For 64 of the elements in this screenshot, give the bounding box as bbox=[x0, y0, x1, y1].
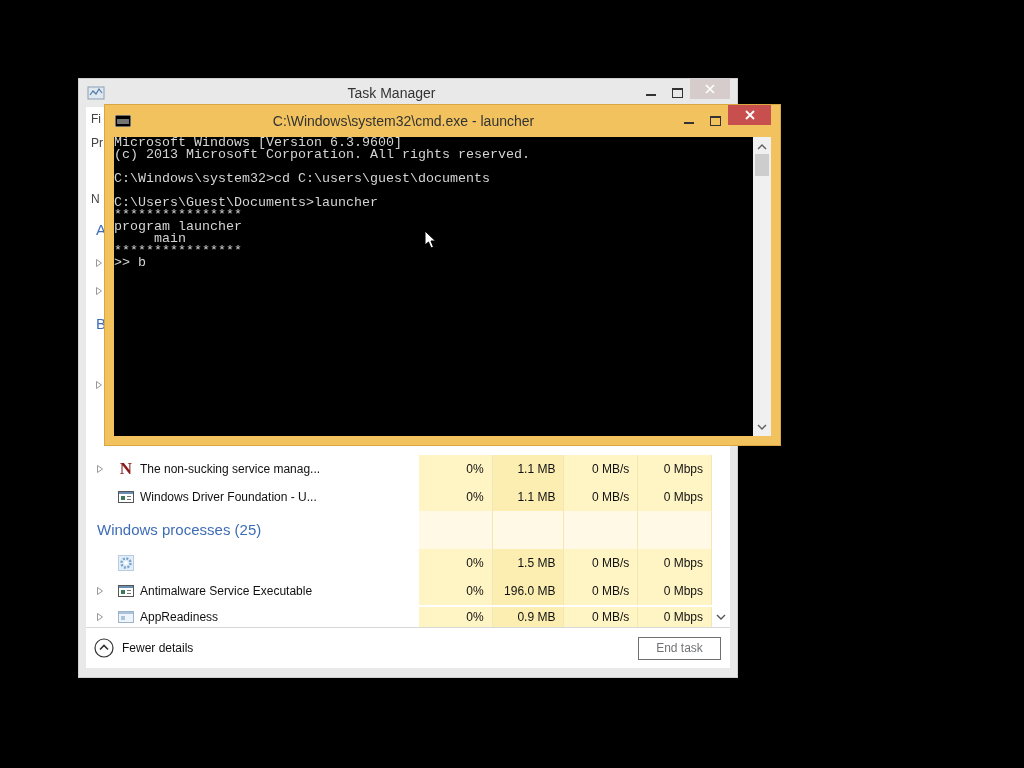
tab[interactable]: Pr bbox=[91, 136, 103, 150]
window-icon bbox=[118, 489, 134, 505]
expand-icon[interactable] bbox=[96, 587, 104, 595]
app-icon bbox=[87, 85, 105, 101]
column-header[interactable]: N bbox=[91, 192, 100, 206]
window-icon bbox=[118, 583, 134, 599]
table-cell: 0% bbox=[418, 483, 493, 511]
console-line: **************** bbox=[114, 207, 242, 222]
table-cell: 0 Mbps bbox=[638, 549, 712, 577]
scrollbar[interactable] bbox=[753, 137, 771, 436]
scroll-thumb[interactable] bbox=[755, 154, 769, 176]
table-cell: 0 Mbps bbox=[638, 483, 712, 511]
console-line: Microsoft Windows [Version 6.3.9600] bbox=[114, 135, 402, 150]
process-name: Antimalware Service Executable bbox=[140, 583, 313, 600]
table-cell: 0.9 MB bbox=[492, 607, 565, 627]
process-name: AppReadiness bbox=[140, 609, 219, 626]
maximize-icon bbox=[671, 88, 683, 98]
scroll-down-icon[interactable] bbox=[757, 424, 767, 431]
table-cell: 0% bbox=[418, 455, 493, 483]
gear-icon bbox=[118, 555, 134, 571]
collapse-icon[interactable] bbox=[94, 638, 114, 658]
table-cell: 0 MB/s bbox=[564, 607, 639, 627]
table-cell: 0 Mbps bbox=[638, 455, 712, 483]
close-icon bbox=[744, 110, 755, 120]
table-cell: 196.0 MB bbox=[492, 577, 565, 605]
process-name: The non-sucking service manag... bbox=[140, 461, 321, 478]
table-cell: 0 MB/s bbox=[564, 577, 639, 605]
console-icon bbox=[115, 115, 131, 127]
fewer-details-link[interactable]: Fewer details bbox=[122, 639, 194, 657]
letter-icon: N bbox=[118, 461, 134, 477]
table-cell: 0% bbox=[418, 549, 493, 577]
expand-icon[interactable] bbox=[96, 381, 102, 389]
table-cell: 0 MB/s bbox=[564, 483, 639, 511]
maximize-icon bbox=[709, 116, 721, 126]
window-title: C:\Windows\system32\cmd.exe - launcher bbox=[271, 111, 536, 131]
table-cell: 1.1 MB bbox=[492, 455, 565, 483]
console-line: C:\Windows\system32>cd C:\users\guest\documents bbox=[114, 171, 490, 186]
table-cell: 1.5 MB bbox=[492, 549, 565, 577]
console-line: program launcher bbox=[114, 219, 242, 234]
group-heading: Windows processes (25) bbox=[96, 519, 262, 540]
close-button[interactable] bbox=[728, 105, 771, 125]
table-cell: 0 Mbps bbox=[638, 577, 712, 605]
window-icon bbox=[118, 609, 134, 625]
expand-icon[interactable] bbox=[96, 259, 102, 267]
scroll-up-icon[interactable] bbox=[757, 143, 767, 150]
console-line: >> b bbox=[114, 255, 146, 270]
window-title: Task Manager bbox=[346, 83, 437, 103]
table-cell: 0 MB/s bbox=[564, 549, 639, 577]
expand-icon[interactable] bbox=[96, 465, 104, 473]
scroll-down-icon[interactable] bbox=[716, 614, 726, 621]
console-line: main bbox=[154, 231, 186, 246]
table-cell: 0% bbox=[418, 607, 493, 627]
table-cell: 0 Mbps bbox=[638, 607, 712, 627]
mouse-cursor-icon bbox=[424, 230, 436, 249]
table-cell: 1.1 MB bbox=[492, 483, 565, 511]
menu-item[interactable]: Fi bbox=[91, 112, 101, 126]
close-icon bbox=[705, 84, 715, 94]
table-cell: 0 MB/s bbox=[564, 455, 639, 483]
expand-icon[interactable] bbox=[96, 287, 102, 295]
console-line: C:\Users\Guest\Documents>launcher bbox=[114, 195, 378, 210]
table-cell: 0% bbox=[418, 577, 493, 605]
expand-icon[interactable] bbox=[96, 613, 104, 621]
console-line: **************** bbox=[114, 243, 242, 258]
process-name: Windows Driver Foundation - U... bbox=[140, 489, 317, 506]
